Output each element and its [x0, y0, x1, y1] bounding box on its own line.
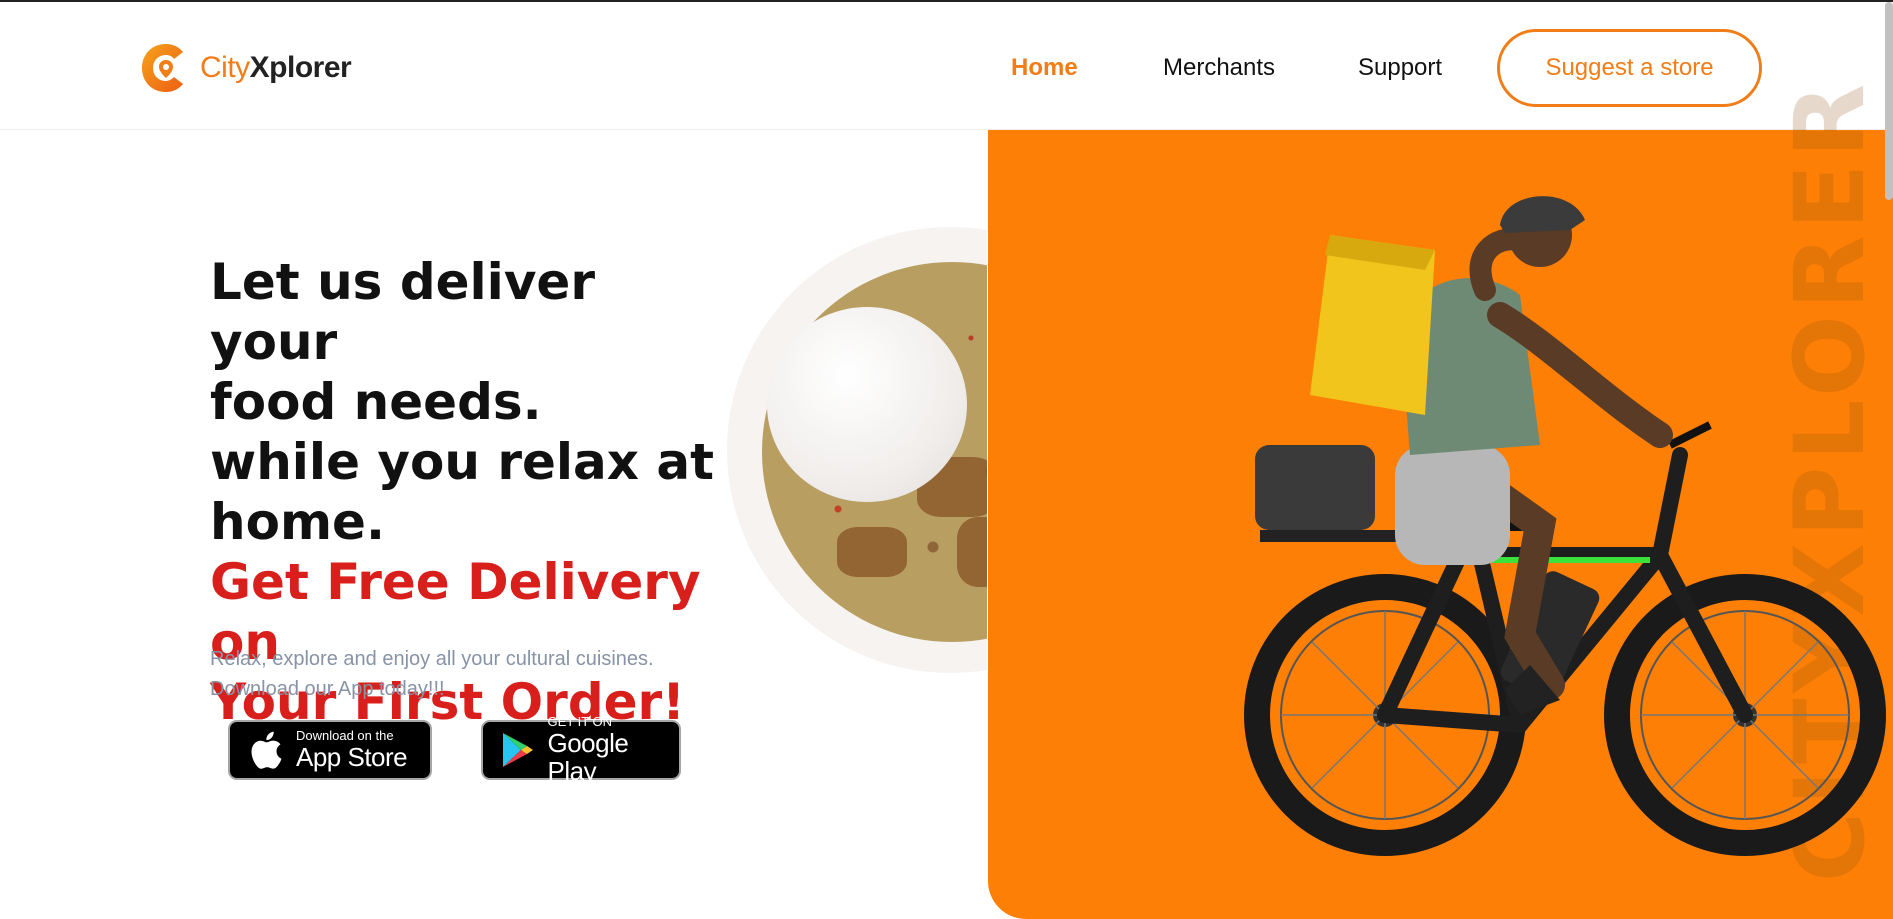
app-store-small-label: Download on the	[296, 728, 394, 743]
hero-subtitle-line: Relax, explore and enjoy all your cultur…	[210, 648, 654, 670]
nav-link-support[interactable]: Support	[1358, 54, 1442, 82]
pounded-yam	[767, 307, 967, 502]
hero-title-line: Let us deliver your	[210, 253, 595, 371]
hero-subtitle: Relax, explore and enjoy all your cultur…	[210, 644, 730, 704]
google-play-icon	[497, 728, 540, 772]
food-plate-image	[727, 227, 987, 673]
nav-link-merchants[interactable]: Merchants	[1163, 54, 1275, 82]
app-store-big-label: App Store	[296, 742, 408, 772]
delivery-rider-image	[1220, 195, 1893, 885]
app-store-button[interactable]: Download on the App Store	[228, 720, 432, 780]
meat-piece	[957, 517, 987, 587]
google-play-big-label: Google Play	[547, 728, 629, 786]
google-play-small-label: GET IT ON	[547, 714, 613, 729]
hero-subtitle-line: Download our App today!!!	[210, 678, 445, 700]
hero-title-line: home.	[210, 493, 385, 551]
google-play-text: GET IT ON Google Play	[547, 714, 680, 786]
nav-link-home[interactable]: Home	[1011, 54, 1078, 82]
apple-icon	[244, 728, 288, 772]
suggest-store-button[interactable]: Suggest a store	[1497, 29, 1762, 107]
app-store-text: Download on the App Store	[296, 728, 408, 772]
hero-title-line: food needs.	[210, 373, 542, 431]
page-scrollbar[interactable]	[1885, 2, 1893, 200]
google-play-button[interactable]: GET IT ON Google Play	[481, 715, 681, 785]
site-header: CityXplorer Home Merchants Support Sugge…	[0, 2, 1893, 130]
meat-piece	[837, 527, 907, 577]
hero-title-line: while you relax at	[210, 433, 715, 491]
